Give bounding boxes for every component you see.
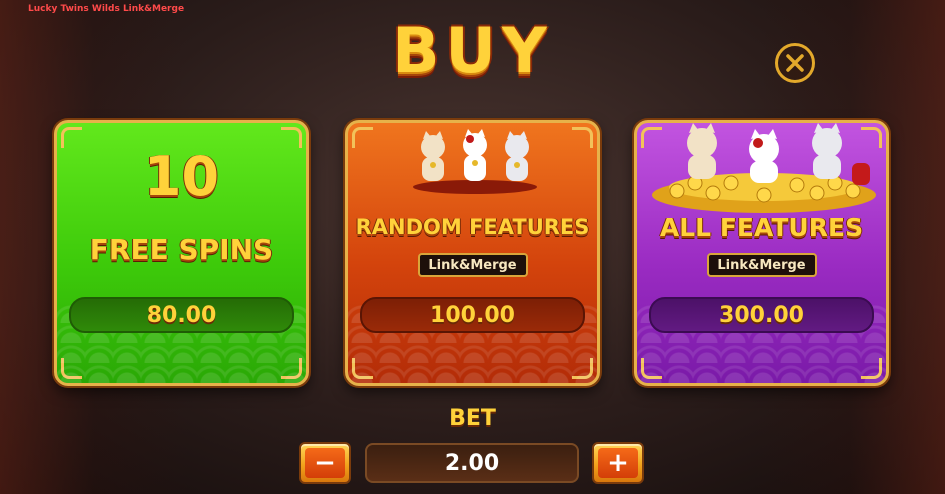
close-button[interactable] bbox=[775, 43, 815, 83]
corner-ornament bbox=[572, 127, 593, 148]
cat-figure bbox=[463, 129, 487, 181]
corner-ornament bbox=[352, 127, 373, 148]
bet-increase-button[interactable]: + bbox=[592, 442, 644, 484]
bet-decrease-button[interactable]: − bbox=[299, 442, 351, 484]
all-features-label: ALL FEATURES bbox=[659, 213, 864, 242]
option-free-spins[interactable]: 10 FREE SPINS 80.00 bbox=[54, 120, 309, 386]
option-random-features[interactable]: RANDOM FEATURES Link&Merge 100.00 bbox=[345, 120, 600, 386]
cat-figure bbox=[687, 123, 717, 179]
minus-icon: − bbox=[305, 448, 345, 478]
lucky-bag bbox=[852, 163, 870, 185]
cat-figure bbox=[812, 123, 842, 179]
bet-value-display: 2.00 bbox=[365, 443, 579, 483]
free-spins-label: FREE SPINS bbox=[89, 233, 274, 266]
bet-label: BET bbox=[449, 406, 496, 431]
all-features-price[interactable]: 300.00 bbox=[649, 297, 874, 333]
random-features-label: RANDOM FEATURES bbox=[355, 215, 590, 239]
free-spins-count: 10 bbox=[143, 145, 220, 208]
gold-pile-cats-icon bbox=[652, 123, 876, 213]
cat-figure bbox=[421, 131, 445, 181]
plus-icon: + bbox=[598, 448, 638, 478]
random-features-price[interactable]: 100.00 bbox=[360, 297, 585, 333]
link-merge-badge: Link&Merge bbox=[417, 253, 528, 277]
link-merge-badge: Link&Merge bbox=[706, 253, 817, 277]
option-all-features[interactable]: ALL FEATURES Link&Merge 300.00 bbox=[634, 120, 889, 386]
game-title: Lucky Twins Wilds Link&Merge bbox=[28, 4, 185, 14]
lucky-cats-icon bbox=[413, 129, 537, 194]
cat-figure bbox=[505, 131, 529, 181]
close-x-icon bbox=[786, 54, 804, 72]
free-spins-price[interactable]: 80.00 bbox=[69, 297, 294, 333]
cat-figure bbox=[749, 129, 779, 183]
